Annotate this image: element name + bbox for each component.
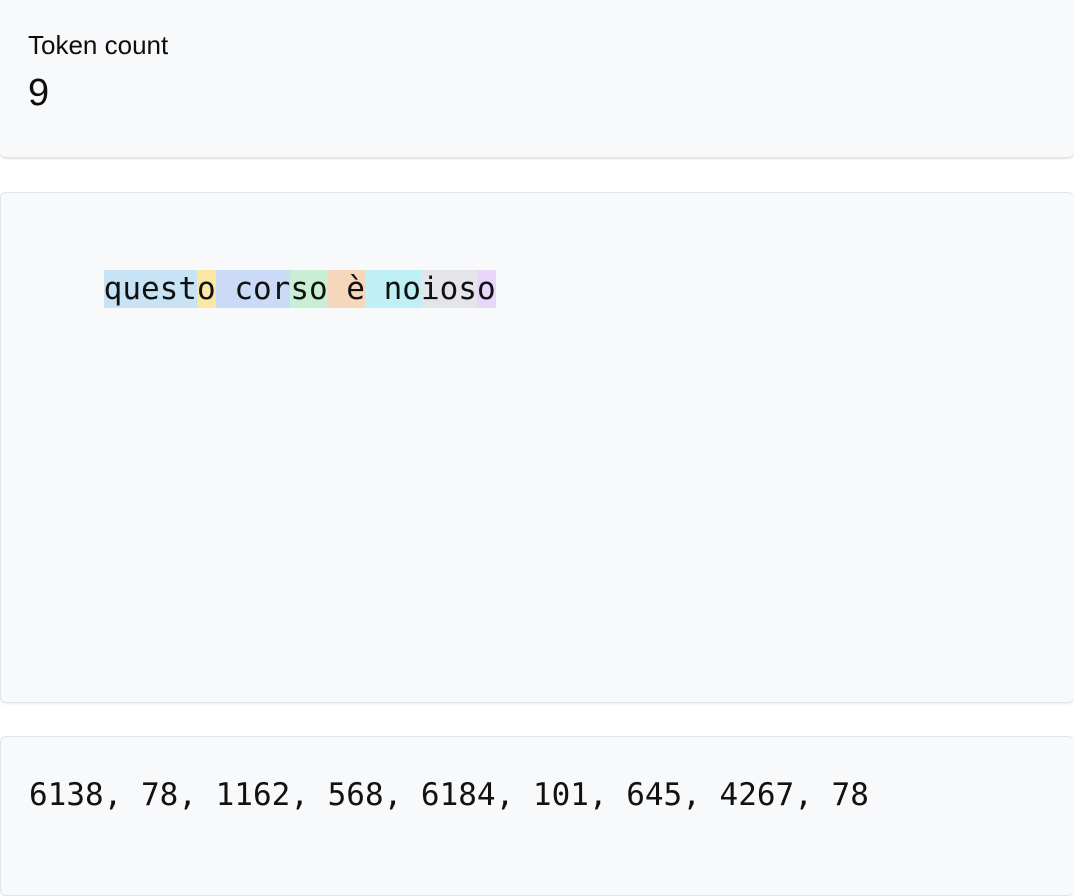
token-span: o bbox=[476, 270, 496, 308]
tokenized-text-panel: questo corso è noioso bbox=[0, 192, 1074, 703]
token-span: cor bbox=[215, 270, 291, 308]
token-span: ios bbox=[420, 270, 477, 308]
token-span: o bbox=[196, 270, 216, 308]
tokenized-text: questo corso è noioso bbox=[29, 232, 496, 346]
token-span: è bbox=[327, 270, 365, 308]
token-span: quest bbox=[103, 270, 197, 308]
token-ids-text: 6138, 78, 1162, 568, 6184, 101, 645, 426… bbox=[29, 777, 869, 813]
token-count-label: Token count bbox=[28, 30, 169, 60]
token-ids-panel: 6138, 78, 1162, 568, 6184, 101, 645, 426… bbox=[0, 736, 1074, 896]
token-count-panel: Token count 9 bbox=[0, 0, 1074, 158]
token-span: so bbox=[290, 270, 328, 308]
token-count-value: 9 bbox=[28, 72, 50, 114]
token-span: no bbox=[364, 270, 421, 308]
